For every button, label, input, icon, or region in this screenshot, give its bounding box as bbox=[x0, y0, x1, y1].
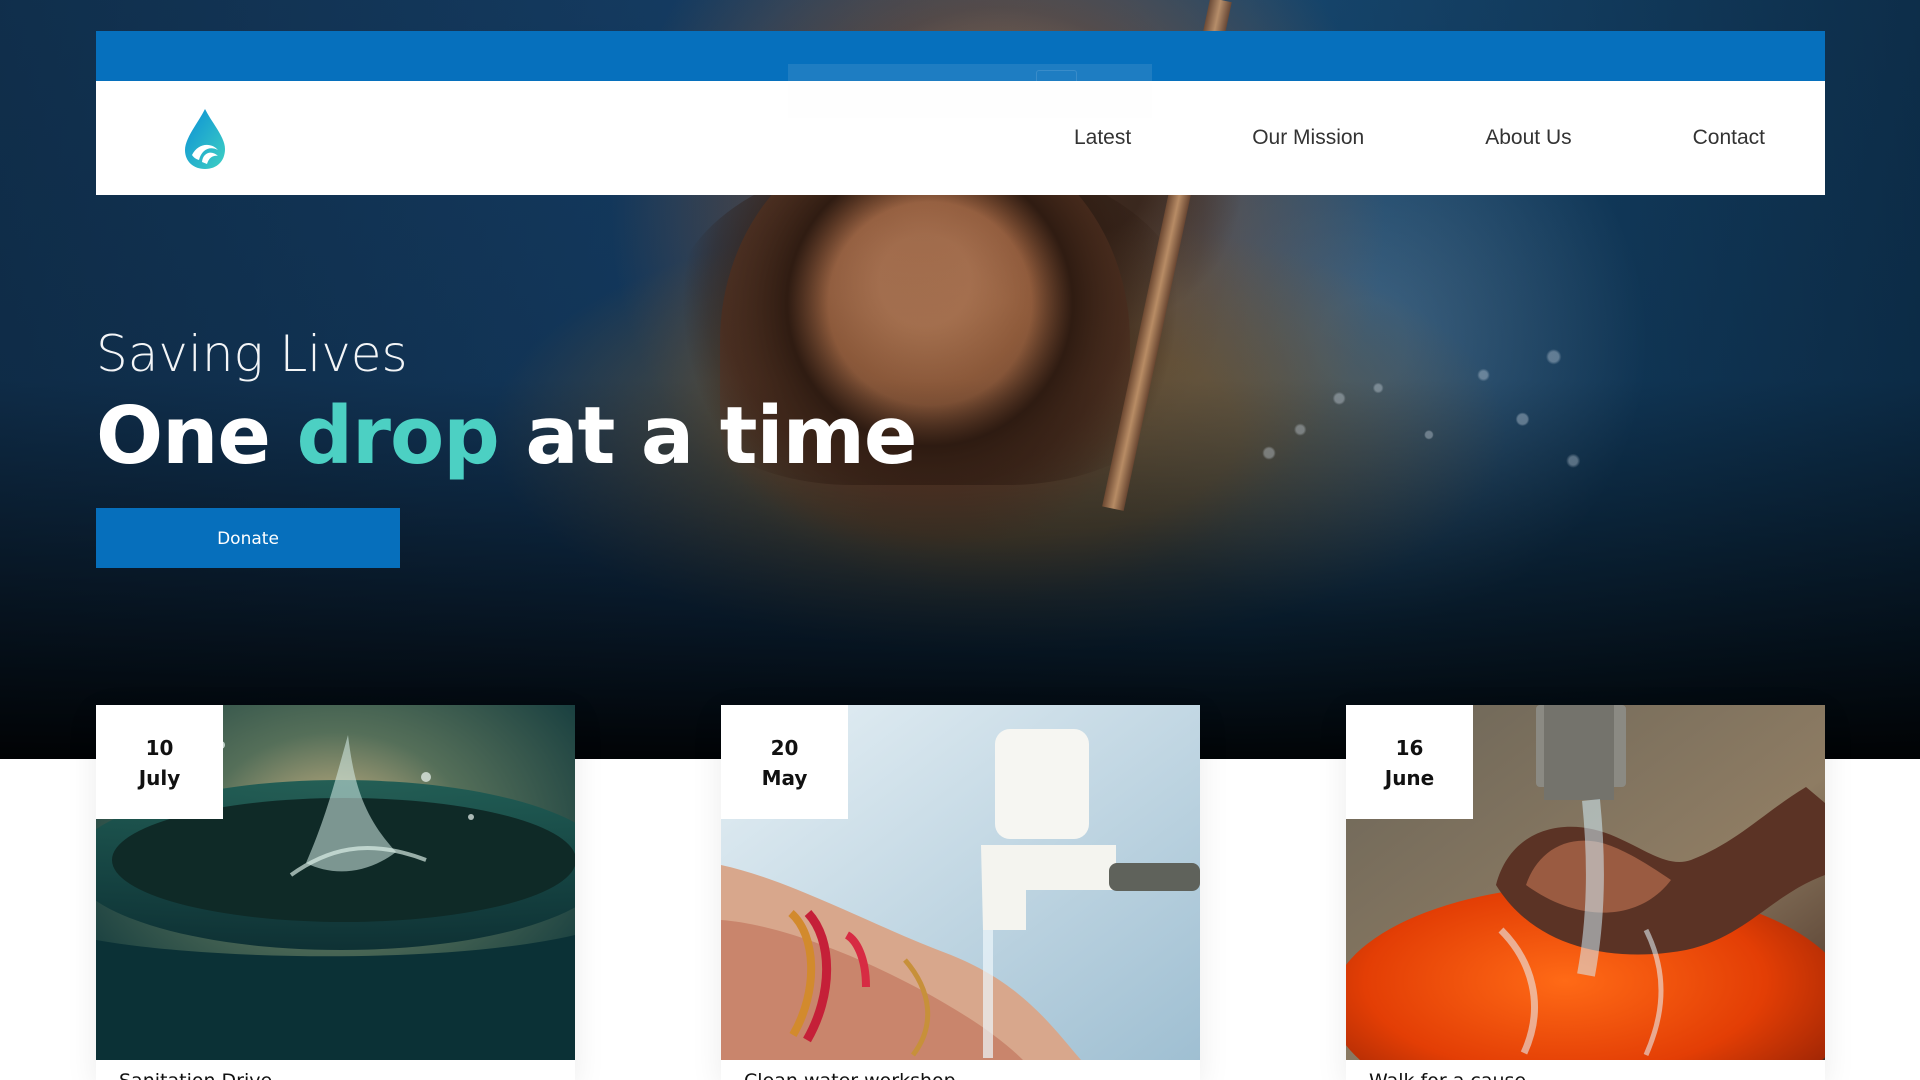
hero-title-accent-word: drop bbox=[296, 390, 500, 482]
nav-latest-link[interactable]: Latest bbox=[1074, 125, 1131, 151]
hero-title-first-word: One bbox=[96, 390, 271, 482]
news-date-day: 10 bbox=[145, 736, 174, 760]
fullscreen-exit-hint: To exit full screen, press F11 bbox=[788, 64, 1152, 118]
news-card-title[interactable]: Sanitation Drive bbox=[119, 1069, 272, 1080]
nav-about-us-link[interactable]: About Us bbox=[1485, 125, 1571, 151]
news-date-day: 20 bbox=[770, 736, 799, 760]
news-date-month: July bbox=[138, 766, 181, 790]
hero-content: Saving Lives One drop at a time Donate bbox=[96, 322, 918, 568]
fullscreen-hint-text: To exit full screen, press bbox=[863, 82, 1024, 99]
hero-subtitle: Saving Lives bbox=[96, 325, 408, 383]
water-splash-image bbox=[1230, 310, 1620, 570]
news-card-sanitation-drive[interactable]: 10 July Sanitation Drive bbox=[96, 705, 575, 1080]
hero-title: One drop at a time bbox=[96, 390, 918, 482]
news-card-title[interactable]: Walk for a cause bbox=[1369, 1069, 1526, 1080]
news-card-title[interactable]: Clean water workshop bbox=[744, 1069, 956, 1080]
news-card-clean-water-workshop[interactable]: 20 May Clean water workshop bbox=[721, 705, 1200, 1080]
news-card-walk-for-a-cause[interactable]: 16 June Walk for a cause bbox=[1346, 705, 1825, 1080]
news-cards: 10 July Sanitation Drive bbox=[96, 705, 1825, 1080]
news-date-badge: 16 June bbox=[1346, 705, 1473, 819]
hero-title-remaining-words: at a time bbox=[525, 390, 917, 482]
news-date-badge: 20 May bbox=[721, 705, 848, 819]
news-date-day: 16 bbox=[1395, 736, 1424, 760]
f11-key-hint: F11 bbox=[1036, 70, 1077, 112]
donate-button[interactable]: Donate bbox=[96, 508, 400, 568]
news-date-badge: 10 July bbox=[96, 705, 223, 819]
water-drop-logo-icon[interactable] bbox=[180, 107, 230, 171]
nav-contact-link[interactable]: Contact bbox=[1693, 125, 1765, 151]
primary-navigation: Latest Our Mission About Us Contact bbox=[1074, 125, 1765, 151]
news-date-month: June bbox=[1384, 766, 1435, 790]
news-date-month: May bbox=[761, 766, 808, 790]
nav-our-mission-link[interactable]: Our Mission bbox=[1252, 125, 1364, 151]
